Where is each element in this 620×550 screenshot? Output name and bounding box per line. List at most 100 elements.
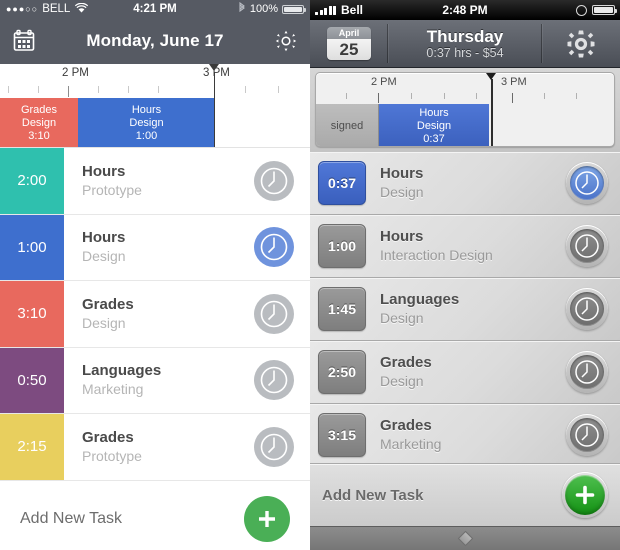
calendar-icon: April 25: [327, 27, 371, 60]
task-category: Prototype: [82, 181, 142, 198]
status-right-cluster: [576, 4, 617, 16]
task-category: Marketing: [380, 436, 442, 452]
settings-button[interactable]: [542, 20, 620, 67]
page-title: Monday, June 17: [86, 31, 224, 50]
right-tab-bar[interactable]: [310, 526, 620, 550]
task-timer-button[interactable]: [566, 414, 608, 456]
block-category: Design: [416, 119, 452, 132]
task-category: Design: [380, 184, 424, 200]
battery-icon: [592, 5, 617, 15]
left-timeline-ticks: [0, 86, 310, 98]
calendar-icon[interactable]: [12, 29, 36, 53]
task-category: Prototype: [82, 447, 142, 464]
clock-icon: [570, 418, 604, 452]
clock-icon: [254, 227, 294, 268]
task-timer-button[interactable]: [238, 348, 310, 414]
clock-icon: [576, 4, 587, 16]
task-text: Grades Prototype: [64, 414, 238, 480]
task-timer-button[interactable]: [566, 288, 608, 330]
block-duration: 1:00: [135, 129, 158, 142]
task-duration-chip: 1:00: [318, 224, 366, 268]
task-project: Languages: [380, 291, 460, 308]
left-status-bar: ●●●○○ BELL 4:21 PM 100%: [0, 0, 310, 18]
table-row[interactable]: 1:00 Hours Interaction Design: [310, 215, 620, 278]
right-timeline-blocks: signed Hours Design 0:37: [316, 104, 614, 146]
right-status-bar: Bell 2:48 PM: [310, 0, 620, 20]
clock-icon: [570, 166, 604, 200]
current-time-indicator: [487, 73, 495, 146]
clock-icon: [254, 426, 294, 467]
task-duration-chip: 0:37: [318, 161, 366, 205]
timeline-block-unassigned[interactable]: signed: [316, 104, 379, 146]
right-nav-bar: April 25 Thursday 0:37 hrs - $54: [310, 20, 620, 68]
add-task-label: Add New Task: [322, 486, 424, 504]
task-duration-chip: 2:15: [0, 414, 64, 480]
right-add-task-footer[interactable]: Add New Task: [310, 463, 620, 526]
table-row[interactable]: 1:45 Languages Design: [310, 278, 620, 341]
task-timer-button[interactable]: [238, 148, 310, 214]
plus-icon: [575, 485, 595, 505]
date-month: April: [327, 27, 371, 39]
task-duration-chip: 1:00: [0, 214, 64, 280]
task-timer-button[interactable]: [238, 281, 310, 347]
carrier-label: BELL: [42, 3, 71, 15]
task-timer-button[interactable]: [566, 225, 608, 267]
date-button[interactable]: April 25: [310, 20, 388, 67]
gear-icon: [567, 30, 595, 57]
right-timeline-hour-labels: 2 PM 3 PM: [316, 73, 614, 93]
task-duration-chip: 3:10: [0, 281, 64, 347]
add-task-button[interactable]: [244, 495, 290, 542]
timeline-block[interactable]: Grades Design 3:10: [0, 98, 78, 147]
table-row[interactable]: 3:10 Grades Design: [0, 281, 310, 348]
status-time: 2:48 PM: [442, 3, 488, 17]
task-duration-chip: 1:45: [318, 287, 366, 331]
task-category: Interaction Design: [380, 247, 493, 263]
task-text: Hours Design: [64, 215, 238, 281]
task-timer-button[interactable]: [238, 215, 310, 281]
timeline-hour-label: 3 PM: [501, 76, 527, 88]
timeline-block[interactable]: Hours Design 0:37: [379, 104, 489, 146]
task-project: Hours: [82, 229, 126, 247]
task-text: Hours Interaction Design: [366, 228, 566, 264]
table-row[interactable]: 0:50 Languages Marketing: [0, 347, 310, 414]
gear-icon[interactable]: [274, 29, 298, 53]
task-timer-button[interactable]: [566, 162, 608, 204]
left-task-list[interactable]: 2:00 Hours Prototype 1:00 Hours Design 3…: [0, 148, 310, 550]
task-project: Languages: [82, 362, 162, 380]
task-text: Grades Design: [366, 354, 566, 390]
diamond-icon[interactable]: [457, 530, 473, 547]
day-summary[interactable]: Thursday 0:37 hrs - $54: [388, 20, 542, 67]
signal-dots-icon: ●●●○○: [6, 4, 39, 14]
table-row[interactable]: 3:15 Grades Marketing: [310, 404, 620, 467]
timeline-hour-label: 2 PM: [62, 67, 89, 79]
task-duration-chip: 2:00: [0, 148, 64, 214]
left-add-task-footer[interactable]: Add New Task: [0, 480, 310, 550]
plus-icon: [259, 510, 275, 527]
task-timer-button[interactable]: [566, 351, 608, 393]
task-project: Grades: [82, 428, 134, 446]
clock-icon: [254, 360, 294, 401]
left-timeline[interactable]: 2 PM 3 PM Grades Design 3:10 Hours Desig…: [0, 64, 310, 148]
block-category: Design: [129, 116, 164, 129]
add-task-button[interactable]: [562, 472, 608, 518]
task-timer-button[interactable]: [238, 414, 310, 480]
left-timeline-blocks: Grades Design 3:10 Hours Design 1:00: [0, 98, 310, 147]
date-day: 25: [327, 39, 371, 60]
left-nav-bar: Monday, June 17: [0, 18, 310, 64]
table-row[interactable]: 0:37 Hours Design: [310, 152, 620, 215]
table-row[interactable]: 1:00 Hours Design: [0, 214, 310, 281]
battery-percent: 100%: [249, 3, 278, 15]
task-project: Grades: [380, 417, 432, 434]
left-phone-flat-design: ●●●○○ BELL 4:21 PM 100% Monday, June 17 …: [0, 0, 310, 550]
page-title: Thursday: [426, 26, 504, 46]
clock-icon: [254, 293, 294, 334]
task-project: Grades: [82, 295, 134, 313]
right-timeline-ticks: [316, 93, 614, 104]
right-phone-skeuomorphic-design: Bell 2:48 PM April 25 Thursday 0:37 hrs …: [310, 0, 620, 550]
table-row[interactable]: 2:15 Grades Prototype: [0, 414, 310, 481]
battery-icon: [282, 4, 306, 14]
table-row[interactable]: 2:50 Grades Design: [310, 341, 620, 404]
timeline-block[interactable]: Hours Design 1:00: [78, 98, 215, 147]
right-timeline[interactable]: 2 PM 3 PM signed Hours Design 0:37: [315, 72, 615, 147]
table-row[interactable]: 2:00 Hours Prototype: [0, 148, 310, 215]
